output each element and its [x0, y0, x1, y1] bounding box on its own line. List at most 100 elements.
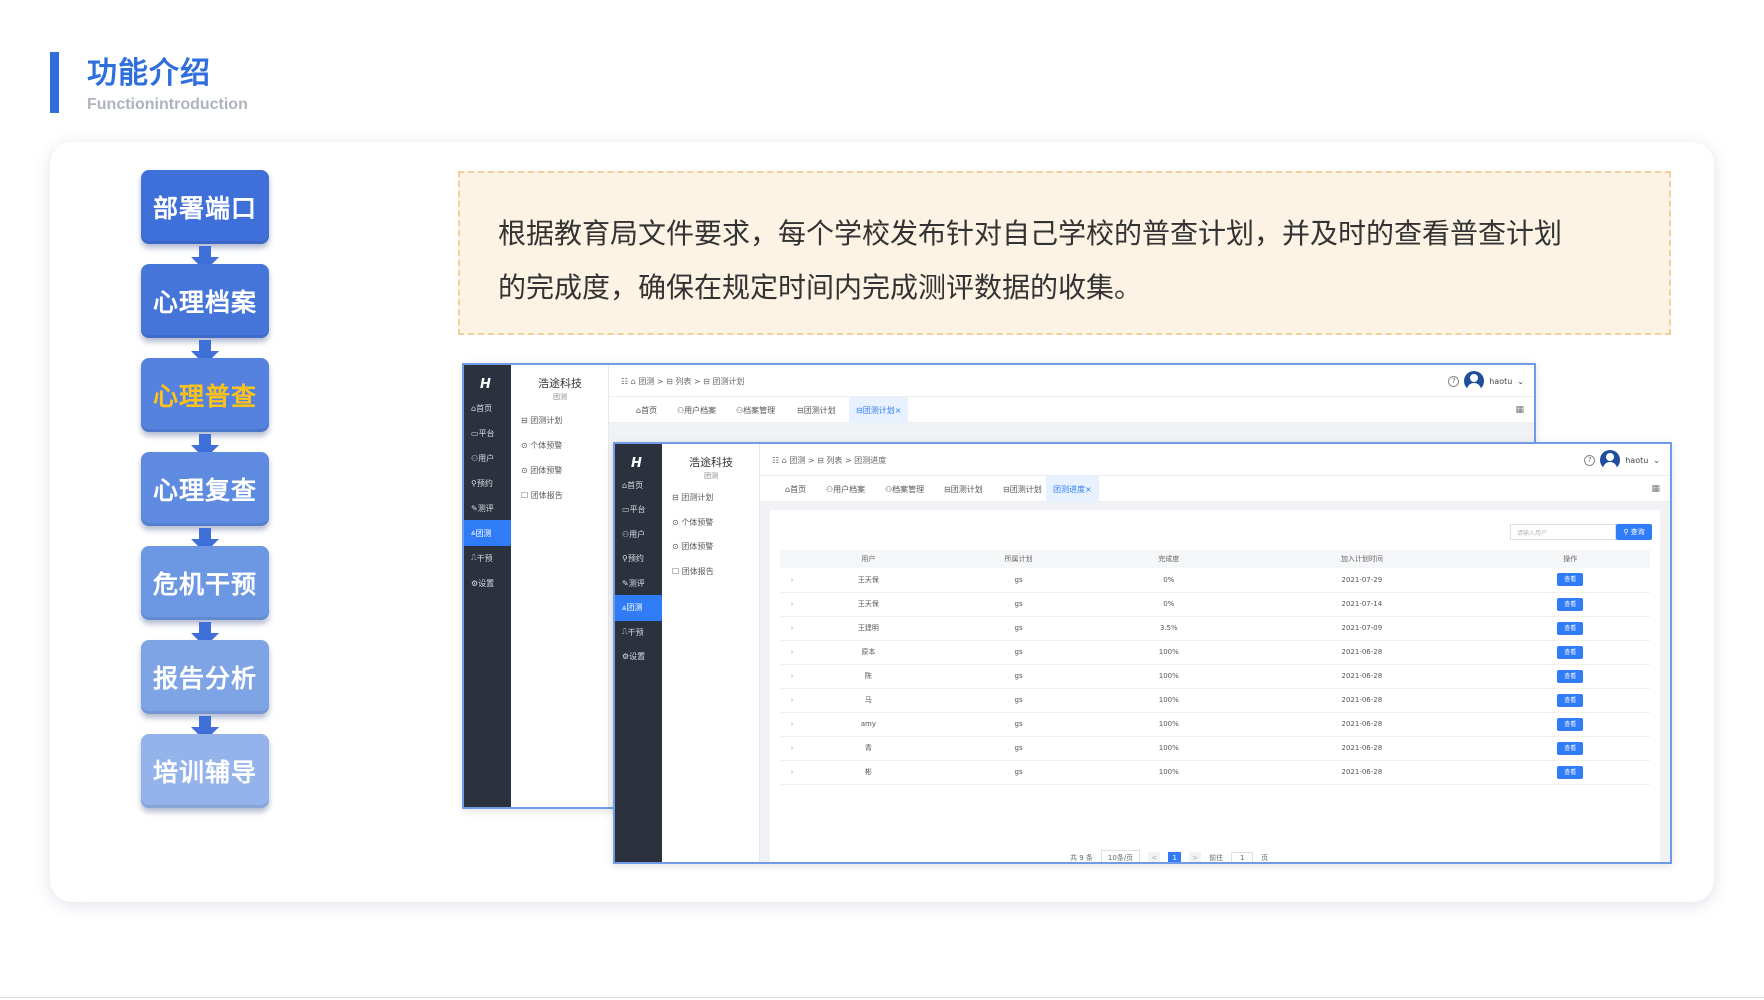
submenu-item[interactable]: ☐ 团体报告 [672, 566, 714, 577]
flow-step[interactable]: 培训辅导 [141, 734, 269, 808]
help-icon[interactable]: ? [1448, 375, 1460, 387]
flow-step[interactable]: 报告分析 [141, 640, 269, 714]
submenu-item-label: 个体预警 [681, 517, 714, 527]
expand-chevron-icon[interactable]: › [780, 760, 804, 785]
submenu-item[interactable]: ⊟ 团测计划 [672, 492, 713, 503]
tab-item[interactable]: ⚇ 用户档案 [670, 397, 723, 423]
rail-item[interactable]: ▭ 平台 [464, 420, 511, 446]
submenu-item[interactable]: ⊙ 个体预警 [521, 440, 562, 451]
chevron-down-icon[interactable]: ⌄ [1653, 456, 1660, 465]
tab-item[interactable]: ⊟ 团测计划 [996, 476, 1049, 502]
view-button[interactable]: 查看 [1557, 717, 1584, 731]
avatar-icon[interactable] [1464, 371, 1485, 391]
user-name[interactable]: haotu [1489, 377, 1512, 386]
view-button[interactable]: 查看 [1557, 669, 1584, 683]
rail-item[interactable]: ⎍ 干预 [615, 619, 662, 645]
rail-item[interactable]: ⚙ 设置 [615, 644, 662, 670]
description-line-2: 的完成度，确保在规定时间内完成测评数据的收集。 [498, 271, 1143, 304]
user-menu[interactable]: ? haotu ⌄ [1448, 371, 1524, 391]
avatar-icon[interactable] [1600, 450, 1621, 470]
chevron-down-icon[interactable]: ⌄ [1517, 377, 1524, 386]
page-subtitle: Functionintroduction [87, 96, 248, 113]
view-button[interactable]: 查看 [1557, 741, 1584, 755]
expand-chevron-icon[interactable]: › [780, 712, 804, 737]
rail-item[interactable]: ⚙ 设置 [464, 570, 511, 596]
flow-step[interactable]: 部署端口 [141, 170, 269, 244]
grid-icon[interactable]: ▦ [1651, 484, 1660, 494]
page-size-select[interactable]: 10条/页 [1100, 850, 1141, 862]
view-button[interactable]: 查看 [1557, 597, 1584, 611]
table-header-cell: 完成度 [1104, 550, 1234, 568]
submenu-item[interactable]: ☐ 团体报告 [521, 490, 563, 501]
expand-chevron-icon[interactable]: › [780, 616, 804, 641]
submenu-item[interactable]: ⊙ 团体预警 [672, 541, 713, 552]
rail-item[interactable]: ⌂ 首页 [615, 472, 662, 498]
rail-item[interactable]: ⚲ 预约 [615, 546, 662, 572]
close-icon[interactable]: × [1085, 485, 1092, 494]
table-row: › 王天保 gs 0% 2021-07-29 查看 [780, 568, 1650, 593]
view-button[interactable]: 查看 [1557, 645, 1584, 659]
brand-name: 浩途科技 [538, 377, 582, 390]
tab-item[interactable]: 团测进度 × [1046, 476, 1099, 502]
rail-item[interactable]: ⚇ 用户 [464, 445, 511, 471]
tab-item[interactable]: ⌂ 首页 [778, 476, 813, 502]
next-page-button[interactable]: > [1189, 852, 1202, 862]
rail-item-label: 干预 [627, 627, 644, 637]
rail-item[interactable]: ▭ 平台 [615, 497, 662, 523]
submenu-item[interactable]: ⊙ 个体预警 [672, 517, 713, 528]
submenu-item[interactable]: ⊟ 团测计划 [521, 415, 562, 426]
tab-item[interactable]: ⚇ 档案管理 [878, 476, 931, 502]
view-button[interactable]: 查看 [1557, 693, 1584, 707]
tab-item[interactable]: ⌂ 首页 [629, 397, 664, 423]
search-button[interactable]: ⚲ 查询 [1616, 524, 1652, 540]
table-cell: 2021-07-14 [1233, 592, 1491, 617]
rail-item[interactable]: ⌂ 首页 [464, 395, 511, 421]
tab-item[interactable]: ⊟ 团测计划 [790, 397, 843, 423]
rail-item[interactable]: ✎ 测评 [464, 495, 511, 521]
submenu-item[interactable]: ⊙ 团体预警 [521, 465, 562, 476]
expand-chevron-icon[interactable]: › [780, 592, 804, 617]
rail-item[interactable]: ⚇ 用户 [615, 521, 662, 547]
close-icon[interactable]: × [895, 406, 902, 415]
goto-page-input[interactable]: 1 [1231, 852, 1254, 862]
view-button[interactable]: 查看 [1557, 765, 1584, 779]
flow-step[interactable]: 心理复查 [141, 452, 269, 526]
tab-item[interactable]: ⊟ 团测计划 [937, 476, 990, 502]
pager-total: 共 9 条 [1070, 854, 1093, 862]
user-menu[interactable]: ? haotu ⌄ [1584, 450, 1660, 470]
tab-item[interactable]: ⚇ 档案管理 [729, 397, 782, 423]
expand-chevron-icon[interactable]: › [780, 664, 804, 689]
rail-item[interactable]: ⚲ 预约 [464, 470, 511, 496]
prev-page-button[interactable]: < [1148, 852, 1161, 862]
rail-item[interactable]: ✎ 测评 [615, 570, 662, 596]
flow-step[interactable]: 心理档案 [141, 264, 269, 338]
tab-item[interactable]: ⊟ 团测计划 × [849, 397, 909, 423]
rail-item[interactable]: ⎍ 干预 [464, 545, 511, 571]
brand-sub: 团测 [704, 472, 718, 480]
table-cell: 2021-06-28 [1233, 760, 1491, 785]
expand-chevron-icon[interactable]: › [780, 736, 804, 761]
expand-chevron-icon[interactable]: › [780, 568, 804, 593]
view-button[interactable]: 查看 [1557, 573, 1584, 587]
table-cell: 2021-06-28 [1233, 688, 1491, 713]
description-box: 根据教育局文件要求，每个学校发布针对自己学校的普查计划，并及时的查看普查计划 的… [458, 171, 1671, 335]
flow-step[interactable]: 危机干预 [141, 546, 269, 620]
grid-icon[interactable]: ▦ [1515, 405, 1524, 415]
rail-item-label: 测评 [628, 578, 645, 588]
flow-step[interactable]: 心理普查 [141, 358, 269, 432]
table-cell: gs [932, 688, 1105, 713]
search-input[interactable]: 请输入用户 [1510, 524, 1616, 540]
view-button[interactable]: 查看 [1557, 621, 1584, 635]
rail-item[interactable]: ⩓ 团测 [464, 520, 511, 546]
user-name[interactable]: haotu [1625, 456, 1648, 465]
table-cell: gs [932, 736, 1105, 761]
help-icon[interactable]: ? [1584, 454, 1596, 466]
flow-step-label: 部署端口 [152, 194, 257, 223]
page-number-current[interactable]: 1 [1168, 851, 1182, 862]
rail-item[interactable]: ⩓ 团测 [615, 594, 662, 621]
tab-item[interactable]: ⚇ 用户档案 [819, 476, 872, 502]
table-cell: gs [932, 664, 1105, 689]
expand-chevron-icon[interactable]: › [780, 688, 804, 713]
submenu-item-icon: ⊟ [672, 493, 682, 502]
expand-chevron-icon[interactable]: › [780, 640, 804, 665]
